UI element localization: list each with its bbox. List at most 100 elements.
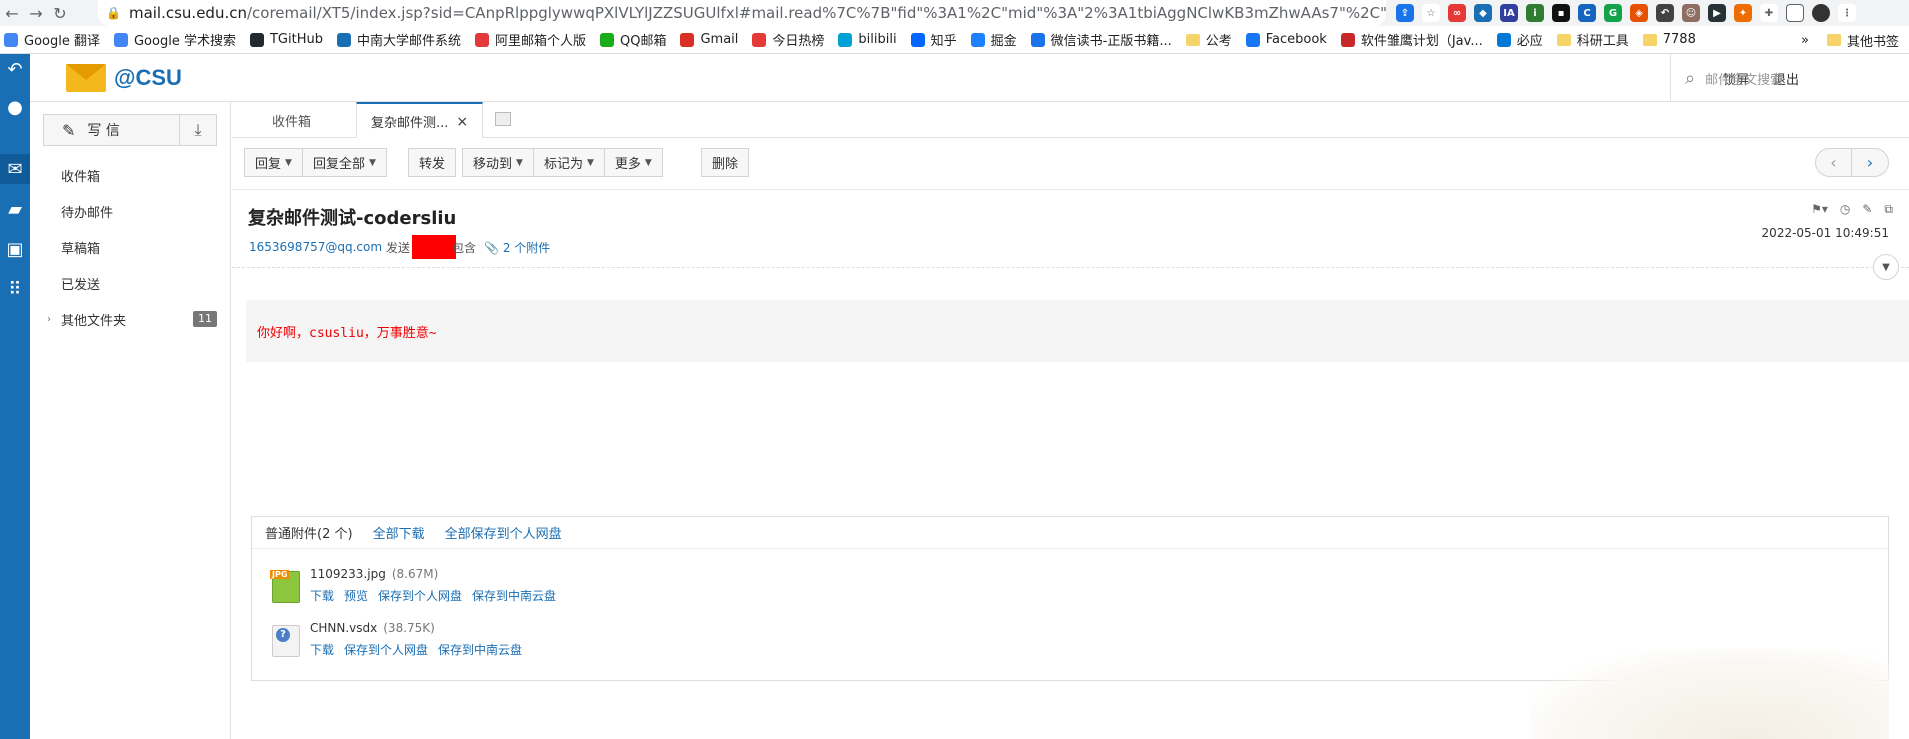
download-link[interactable]: 下载 <box>310 587 334 604</box>
bookmark-item[interactable]: 科研工具 <box>1556 30 1629 49</box>
bookmark-item[interactable]: 中南大学邮件系统 <box>336 30 461 49</box>
flag-icon[interactable]: ⚑▾ <box>1811 202 1828 217</box>
download-all-link[interactable]: 全部下载 <box>373 523 425 542</box>
compose-button[interactable]: ✎ 写 信 <box>44 115 180 145</box>
back-arrow-icon[interactable]: ↶ <box>0 54 30 84</box>
search-input[interactable]: ⌕ 邮件全文搜索 <box>1670 54 1909 102</box>
extension-icon[interactable]: i <box>1526 4 1544 22</box>
extension-icon[interactable]: ▪ <box>1552 4 1570 22</box>
bookmarks-bar: Google 翻译 Google 学术搜索 TGitHub 中南大学邮件系统 阿里邮箱个… <box>0 26 1909 54</box>
delete-button[interactable]: 删除 <box>702 149 748 176</box>
puzzle-icon[interactable]: ✚ <box>1760 4 1778 22</box>
reply-all-button[interactable]: 回复全部 ▼ <box>303 149 386 176</box>
next-mail-icon[interactable]: › <box>1852 149 1888 176</box>
bookmark-item[interactable]: 今日热榜 <box>752 30 824 49</box>
address-bar[interactable]: 🔒 mail.csu.edu.cn/coremail/XT5/index.jsp… <box>98 0 1386 26</box>
extension-icon[interactable]: ↶ <box>1656 4 1674 22</box>
mark-as-button[interactable]: 标记为 ▼ <box>534 149 605 176</box>
save-to-csu-cloud-link[interactable]: 保存到中南云盘 <box>472 587 556 604</box>
save-to-personal-disk-link[interactable]: 保存到个人网盘 <box>378 587 462 604</box>
popout-icon[interactable]: ⧉ <box>1884 202 1893 217</box>
reply-all-label: 回复全部 <box>312 157 365 172</box>
sender-address[interactable]: 1653698757@qq.com <box>249 240 382 254</box>
close-icon[interactable]: × <box>456 114 468 130</box>
contacts-icon[interactable]: ▣ <box>0 234 30 264</box>
prev-mail-icon[interactable]: ‹ <box>1816 149 1852 176</box>
receive-icon[interactable]: ⤓ <box>180 115 216 145</box>
tab-inbox[interactable]: 收件箱 <box>258 102 325 138</box>
bookmark-item[interactable]: Gmail <box>680 32 738 47</box>
reload-icon[interactable]: ↻ <box>48 0 72 26</box>
tab-manage-icon[interactable] <box>495 112 511 126</box>
folder-other[interactable]: › 其他文件夹 11 <box>30 304 231 334</box>
bookmark-item[interactable]: Google 学术搜索 <box>113 30 236 49</box>
facebook-icon <box>1245 32 1260 47</box>
bookmarks-overflow-icon[interactable]: » <box>1801 33 1809 48</box>
bookmark-label: Facebook <box>1265 32 1327 47</box>
folder-drafts[interactable]: 草稿箱 <box>30 232 231 262</box>
other-bookmarks-link[interactable]: 其他书签 <box>1847 31 1899 50</box>
avatar-icon[interactable]: ● <box>0 92 30 122</box>
profile-avatar[interactable] <box>1812 4 1830 22</box>
jpg-file-icon <box>270 570 300 603</box>
folder-icon[interactable]: ▰ <box>0 194 30 224</box>
extension-icon[interactable]: ◈ <box>1630 4 1648 22</box>
clock-icon[interactable]: ◷ <box>1840 202 1850 217</box>
download-link[interactable]: 下载 <box>310 641 334 658</box>
more-label: 更多 <box>614 157 641 172</box>
bookmark-item[interactable]: TGitHub <box>249 32 323 47</box>
extension-icon[interactable]: ◆ <box>1474 4 1492 22</box>
bookmark-item[interactable]: 微信读书-正版书籍... <box>1030 30 1172 49</box>
bookmark-item[interactable]: Facebook <box>1245 32 1327 47</box>
sent-to-suffix: 包含 <box>452 240 477 255</box>
folder-todo[interactable]: 待办邮件 <box>30 196 231 226</box>
tab-current-mail[interactable]: 复杂邮件测... × <box>356 102 484 139</box>
save-to-personal-disk-link[interactable]: 保存到个人网盘 <box>344 641 428 658</box>
bookmark-item[interactable]: 必应 <box>1496 30 1543 49</box>
logo[interactable]: @CSU <box>66 64 182 92</box>
chevron-down-icon: ▼ <box>516 157 523 168</box>
reply-button[interactable]: 回复 ▼ <box>245 149 303 176</box>
edit-icon[interactable]: ✎ <box>1862 202 1872 217</box>
apps-grid-icon[interactable]: ⠿ <box>0 274 30 304</box>
bookmark-item[interactable]: 阿里邮箱个人版 <box>474 30 586 49</box>
extension-icon[interactable]: ☺ <box>1682 4 1700 22</box>
back-icon[interactable]: ← <box>0 0 24 26</box>
left-rail: ↶ ● ✉ ▰ ▣ ⠿ <box>0 54 30 739</box>
chevron-right-icon[interactable]: › <box>47 314 51 325</box>
folder-inbox[interactable]: 收件箱 <box>30 160 231 190</box>
chevron-down-icon[interactable]: ▼ <box>1873 254 1899 280</box>
attachment-summary-link[interactable]: 📎 2 个附件 <box>484 239 550 256</box>
more-button[interactable]: 更多 ▼ <box>605 149 662 176</box>
bookmark-item[interactable]: 公考 <box>1185 30 1232 49</box>
attachment-name: CHNN.vsdx (38.75K) <box>310 621 435 635</box>
menu-icon[interactable]: ⋮ <box>1838 4 1856 22</box>
bookmark-item[interactable]: 7788 <box>1642 32 1696 47</box>
bookmark-item[interactable]: 知乎 <box>910 30 957 49</box>
star-icon[interactable]: ☆ <box>1422 4 1440 22</box>
move-to-button[interactable]: 移动到 ▼ <box>463 149 534 176</box>
extension-icon[interactable]: C <box>1578 4 1596 22</box>
sidepanel-icon[interactable] <box>1786 4 1804 22</box>
share-icon[interactable]: ⇪ <box>1396 4 1414 22</box>
forward-icon[interactable]: → <box>24 0 48 26</box>
bookmark-item[interactable]: 软件雏鹰计划（Jav... <box>1340 30 1483 49</box>
save-to-csu-cloud-link[interactable]: 保存到中南云盘 <box>438 641 522 658</box>
extension-icon[interactable]: ∞ <box>1448 4 1466 22</box>
preview-link[interactable]: 预览 <box>344 587 368 604</box>
chevron-down-icon: ▼ <box>644 157 652 168</box>
extension-icon[interactable]: ✦ <box>1734 4 1752 22</box>
extension-icon[interactable]: G <box>1604 4 1622 22</box>
bookmark-item[interactable]: Google 翻译 <box>4 30 100 49</box>
mail-icon[interactable]: ✉ <box>0 154 30 184</box>
bookmark-item[interactable]: bilibili <box>838 32 897 47</box>
bookmark-item[interactable]: 掘金 <box>970 30 1017 49</box>
bookmark-item[interactable]: QQ邮箱 <box>600 30 666 49</box>
folder-sent[interactable]: 已发送 <box>30 268 231 298</box>
juejin-icon <box>970 32 985 47</box>
save-all-link[interactable]: 全部保存到个人网盘 <box>445 523 562 542</box>
extension-icon[interactable]: ▶ <box>1708 4 1726 22</box>
forward-button[interactable]: 转发 <box>409 149 455 176</box>
extension-icon[interactable]: IA <box>1500 4 1518 22</box>
folder-label: 其他文件夹 <box>61 313 127 329</box>
